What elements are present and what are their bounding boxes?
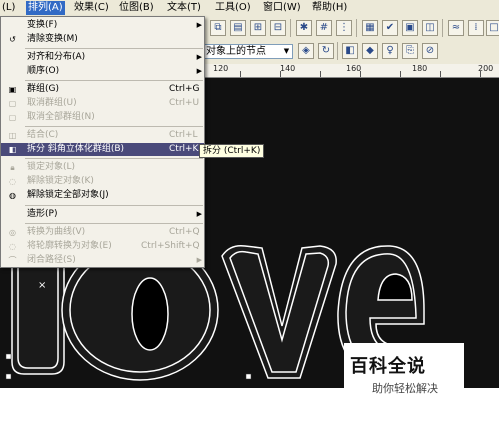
menu-effects[interactable]: 效果(C) — [72, 1, 111, 15]
menu-item-order[interactable]: 顺序(O) ▶ — [1, 65, 204, 78]
watermark-subtitle: 助你轻松解决 — [372, 382, 438, 395]
rotate-icon[interactable]: ↻ — [318, 43, 334, 59]
menu-tools[interactable]: 工具(O) — [213, 1, 253, 15]
fill-icon[interactable]: ◆ — [362, 43, 378, 59]
selection-handle — [245, 373, 252, 380]
snap-dropdown-value: 对象上的节点 — [206, 46, 266, 57]
ruler-label: 160 — [346, 64, 362, 73]
align-icon[interactable]: ⊞ — [250, 20, 266, 36]
menu-window[interactable]: 窗口(W) — [261, 1, 303, 15]
copy-icon[interactable]: ⧉ — [210, 20, 226, 36]
lightbulb-icon[interactable]: ♀ — [382, 43, 398, 59]
wave-icon[interactable]: ≈ — [448, 20, 464, 36]
ungroup-icon: ▢ — [8, 99, 17, 108]
menu-bar: (L) 排列(A) 效果(C) 位图(B) 文本(T) 工具(O) 窗口(W) … — [0, 0, 499, 17]
menu-item-lock[interactable]: 🔒︎ 锁定对象(L) — [1, 161, 204, 174]
menu-item-combine[interactable]: ◫ 结合(C) Ctrl+L — [1, 129, 204, 142]
menu-item-ungroup-all[interactable]: ▢ 取消全部群组(N) — [1, 111, 204, 124]
clear-effect-icon[interactable]: ⊘ — [422, 43, 438, 59]
check-icon[interactable]: ✔ — [382, 20, 398, 36]
close-path-icon: ⌒ — [8, 256, 17, 265]
convert-curves-icon: ◎ — [9, 228, 16, 237]
menu-item-ungroup[interactable]: ▢ 取消群组(U) Ctrl+U — [1, 97, 204, 110]
dots-icon[interactable]: ⁞ — [468, 20, 484, 36]
menu-item-unlock[interactable]: ◌ 解除锁定对象(K) — [1, 175, 204, 188]
menu-item-unlock-all[interactable]: ◍ 解除锁定全部对象(J) — [1, 189, 204, 202]
menu-bitmaps[interactable]: 位图(B) — [117, 1, 156, 15]
menu-layout[interactable]: (L) — [0, 1, 17, 15]
menu-arrange[interactable]: 排列(A) — [26, 1, 65, 15]
shape-tool-icon[interactable]: ◈ — [298, 43, 314, 59]
paste-icon[interactable]: ▤ — [230, 20, 246, 36]
unlock-all-icon: ◍ — [9, 191, 16, 200]
menu-item-outline-to-object[interactable]: ◌ 将轮廓转换为对象(E) Ctrl+Shift+Q — [1, 240, 204, 253]
menu-item-convert-curves[interactable]: ◎ 转换为曲线(V) Ctrl+Q — [1, 226, 204, 239]
menu-help[interactable]: 帮助(H) — [310, 1, 349, 15]
snap-dropdown[interactable]: 对象上的节点 ▼ — [203, 44, 293, 59]
menu-item-align-distribute[interactable]: 对齐和分布(A) ▶ — [1, 51, 204, 64]
table-icon[interactable]: ▦ — [362, 20, 378, 36]
lock-icon: 🔒︎ — [10, 163, 15, 172]
ruler-label: 180 — [412, 64, 428, 73]
snap-icon[interactable]: ⋮ — [336, 20, 352, 36]
copy-properties-icon[interactable]: ⎘ — [402, 43, 418, 59]
node-icon[interactable]: ✱ — [296, 20, 312, 36]
ruler-label: 200 — [478, 64, 494, 73]
combine-icon: ◫ — [8, 131, 17, 140]
tooltip: 拆分 (Ctrl+K) — [199, 144, 265, 158]
square-icon[interactable]: □ — [486, 20, 499, 36]
group-icon: ▣ — [8, 85, 17, 94]
chevron-down-icon: ▼ — [283, 47, 290, 55]
selection-handle — [5, 373, 12, 380]
unlock-icon: ◌ — [9, 177, 16, 186]
image-icon[interactable]: ▣ — [402, 20, 418, 36]
distribute-icon[interactable]: ⊟ — [270, 20, 286, 36]
menu-item-transform[interactable]: 变换(F) ▶ — [1, 19, 204, 32]
grid-icon[interactable]: # — [316, 20, 332, 36]
watermark-title: 百科全说 — [350, 356, 426, 377]
menu-item-close-path[interactable]: ⌒ 闭合路径(S) ▶ — [1, 254, 204, 267]
center-marker: × — [38, 280, 46, 291]
selection-handle — [5, 353, 12, 360]
menu-item-shaping[interactable]: 造形(P) ▶ — [1, 208, 204, 221]
ungroup-all-icon: ▢ — [8, 113, 17, 122]
arrange-menu: 变换(F) ▶ ↺ 清除变换(M) 对齐和分布(A) ▶ 顺序(O) ▶ ▣ 群组(G… — [0, 16, 205, 268]
ruler-label: 140 — [280, 64, 296, 73]
menu-text[interactable]: 文本(T) — [165, 1, 203, 15]
menu-item-clear-transform[interactable]: ↺ 清除变换(M) — [1, 33, 204, 46]
outline-to-object-icon: ◌ — [9, 242, 16, 251]
menu-item-group[interactable]: ▣ 群组(G) Ctrl+G — [1, 83, 204, 96]
cube-icon[interactable]: ◧ — [342, 43, 358, 59]
ruler-label: 120 — [213, 64, 229, 73]
menu-item-break-apart[interactable]: ◧ 拆分 斜角立体化群组(B) Ctrl+K — [1, 143, 204, 156]
frame-icon[interactable]: ◫ — [422, 20, 438, 36]
clear-transform-icon: ↺ — [9, 35, 16, 44]
break-apart-icon: ◧ — [8, 145, 17, 154]
